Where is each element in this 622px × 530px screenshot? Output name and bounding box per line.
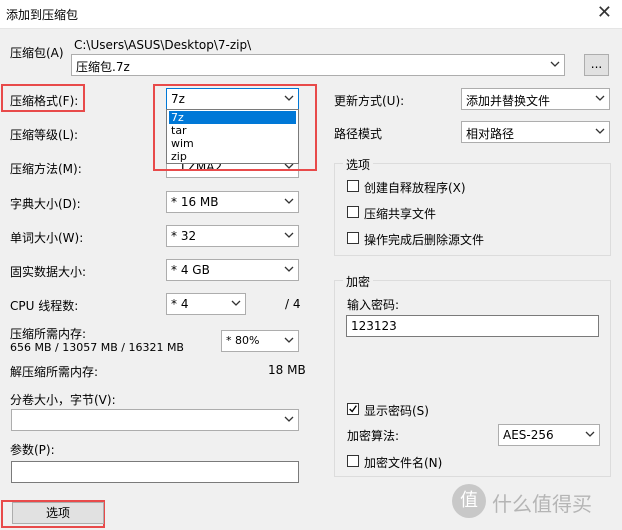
window-title: 添加到压缩包: [6, 8, 79, 22]
browse-button[interactable]: ...: [584, 54, 609, 76]
format-value: 7z: [171, 92, 185, 106]
format-option-tar[interactable]: tar: [169, 124, 187, 137]
archive-name: 压缩包.7z: [76, 60, 130, 74]
params-label: 参数(P):: [10, 443, 55, 457]
check-icon: [349, 405, 357, 413]
algo-value: AES-256: [503, 428, 554, 442]
update-value: 添加并替换文件: [466, 94, 551, 108]
path-mode-label: 路径模式: [334, 127, 383, 141]
chevron-down-icon: [231, 300, 241, 306]
format-option-7z[interactable]: 7z: [169, 111, 296, 124]
options-group-title: 选项: [343, 156, 374, 173]
solid-label: 固实数据大小:: [10, 265, 87, 279]
sfx-checkbox[interactable]: [347, 180, 359, 192]
update-combo[interactable]: 添加并替换文件: [461, 88, 610, 110]
chevron-down-icon: [284, 337, 294, 343]
algo-combo[interactable]: AES-256: [498, 424, 600, 446]
word-value: * 32: [171, 229, 197, 243]
archive-name-combo[interactable]: 压缩包.7z: [71, 54, 565, 76]
mem-label: 压缩所需内存:: [10, 327, 87, 341]
path-mode-value: 相对路径: [466, 127, 515, 141]
chevron-down-icon: [550, 61, 560, 67]
shared-files-label: 压缩共享文件: [364, 207, 437, 221]
show-password-checkbox[interactable]: [347, 403, 359, 415]
level-label: 压缩等级(L):: [10, 128, 79, 142]
dict-combo[interactable]: * 16 MB: [166, 191, 299, 213]
title-bar: 添加到压缩包 ✕: [0, 0, 622, 29]
dict-label: 字典大小(D):: [10, 197, 81, 211]
mem-detail: 656 MB / 13057 MB / 16321 MB: [10, 341, 184, 354]
close-icon[interactable]: ✕: [597, 2, 612, 23]
watermark-text: 什么值得买: [492, 492, 592, 516]
chevron-down-icon: [284, 95, 294, 101]
options-group: 选项 创建自释放程序(X) 压缩共享文件 操作完成后删除源文件: [334, 156, 611, 256]
split-label: 分卷大小，字节(V):: [10, 393, 116, 407]
watermark-logo: 值: [452, 484, 486, 518]
format-option-wim[interactable]: wim: [169, 137, 194, 150]
word-combo[interactable]: * 32: [166, 225, 299, 247]
delete-source-label: 操作完成后删除源文件: [364, 233, 485, 247]
word-label: 单词大小(W):: [10, 231, 84, 245]
encrypt-names-label: 加密文件名(N): [364, 456, 443, 470]
chevron-down-icon: [284, 232, 294, 238]
update-label: 更新方式(U):: [334, 94, 405, 108]
method-label: 压缩方法(M):: [10, 162, 82, 176]
cpu-max: / 4: [285, 297, 301, 311]
solid-value: * 4 GB: [171, 263, 210, 277]
cpu-value: * 4: [171, 297, 189, 311]
shared-files-checkbox[interactable]: [347, 206, 359, 218]
decomp-label: 解压缩所需内存:: [10, 365, 99, 379]
cpu-combo[interactable]: * 4: [166, 293, 246, 315]
chevron-down-icon: [585, 431, 595, 437]
chevron-down-icon: [284, 416, 294, 422]
encrypt-names-checkbox[interactable]: [347, 455, 359, 467]
show-password-label: 显示密码(S): [364, 404, 429, 418]
options-button[interactable]: 选项: [12, 502, 104, 524]
solid-combo[interactable]: * 4 GB: [166, 259, 299, 281]
format-option-zip[interactable]: zip: [169, 150, 187, 163]
format-combo[interactable]: 7z: [166, 88, 299, 110]
sfx-label: 创建自释放程序(X): [364, 181, 466, 195]
path-mode-combo[interactable]: 相对路径: [461, 121, 610, 143]
decomp-value: 18 MB: [268, 363, 306, 377]
format-label: 压缩格式(F):: [10, 94, 79, 108]
format-dropdown[interactable]: 7z tar wim zip: [166, 109, 299, 164]
archive-label: 压缩包(A): [10, 46, 64, 60]
chevron-down-icon: [595, 95, 605, 101]
split-combo[interactable]: [11, 409, 299, 431]
chevron-down-icon: [595, 128, 605, 134]
encrypt-group-title: 加密: [343, 273, 374, 290]
encrypt-group: 加密 输入密码: 123123 显示密码(S) 加密算法: AES-256 加密…: [334, 273, 611, 477]
algo-label: 加密算法:: [347, 429, 400, 443]
password-input[interactable]: 123123: [346, 315, 599, 337]
chevron-down-icon: [284, 266, 294, 272]
params-input[interactable]: [11, 461, 299, 483]
delete-source-checkbox[interactable]: [347, 232, 359, 244]
archive-path: C:\Users\ASUS\Desktop\7-zip\: [74, 38, 252, 52]
chevron-down-icon: [284, 198, 294, 204]
mem-value: * 80%: [226, 334, 260, 347]
cpu-label: CPU 线程数:: [10, 299, 79, 313]
password-label: 输入密码:: [347, 298, 400, 312]
dict-value: * 16 MB: [171, 195, 219, 209]
mem-combo[interactable]: * 80%: [221, 330, 299, 352]
